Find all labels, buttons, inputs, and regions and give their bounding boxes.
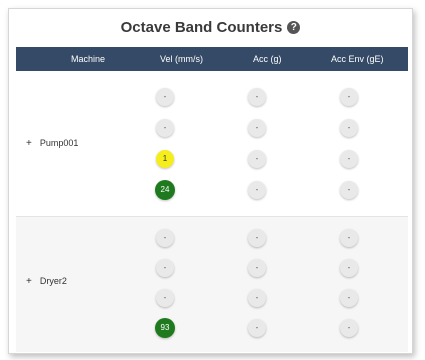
vel-counter[interactable]: -	[156, 119, 174, 137]
vel-counter-warning[interactable]: 1	[156, 150, 174, 168]
vel-counter[interactable]: -	[156, 289, 174, 307]
machine-row-label[interactable]: + Dryer2	[26, 276, 67, 287]
acc-env-counter[interactable]: -	[340, 150, 358, 168]
acc-counter[interactable]: -	[248, 319, 266, 337]
acc-env-counter[interactable]: -	[340, 259, 358, 277]
column-header-acc[interactable]: Acc (g)	[253, 54, 282, 64]
octave-band-counters-widget: Octave Band Counters ? Machine Vel (mm/s…	[8, 8, 413, 354]
acc-env-counter[interactable]: -	[340, 181, 358, 199]
expand-icon[interactable]: +	[26, 138, 32, 149]
acc-env-counter[interactable]: -	[340, 229, 358, 247]
acc-counter[interactable]: -	[248, 88, 266, 106]
acc-counter[interactable]: -	[248, 229, 266, 247]
vel-counter-ok[interactable]: 24	[155, 180, 175, 200]
column-header-machine[interactable]: Machine	[71, 54, 105, 64]
vel-counter[interactable]: -	[156, 229, 174, 247]
column-header-vel[interactable]: Vel (mm/s)	[160, 54, 203, 64]
machine-name: Pump001	[39, 138, 79, 148]
vel-counter[interactable]: -	[156, 88, 174, 106]
acc-env-counter[interactable]: -	[340, 88, 358, 106]
help-icon[interactable]: ?	[287, 20, 301, 34]
acc-counter[interactable]: -	[248, 119, 266, 137]
widget-title: Octave Band Counters	[120, 18, 283, 36]
widget-title-row: Octave Band Counters ?	[9, 9, 412, 45]
machine-name: Dryer2	[39, 276, 67, 286]
machine-row-label[interactable]: + Pump001	[26, 138, 78, 149]
machine-group-pump001: + Pump001 - - 1 24 - - - - - - - -	[16, 71, 408, 216]
column-header-acc-env[interactable]: Acc Env (gE)	[331, 54, 384, 64]
vel-counter[interactable]: -	[156, 259, 174, 277]
expand-icon[interactable]: +	[26, 276, 32, 287]
acc-counter[interactable]: -	[248, 259, 266, 277]
acc-env-counter[interactable]: -	[340, 289, 358, 307]
acc-env-counter[interactable]: -	[340, 319, 358, 337]
acc-counter[interactable]: -	[248, 150, 266, 168]
vel-counter-ok[interactable]: 93	[155, 318, 175, 338]
machine-group-dryer2: + Dryer2 - - - 93 - - - - - - - -	[16, 216, 408, 352]
acc-counter[interactable]: -	[248, 289, 266, 307]
acc-env-counter[interactable]: -	[340, 119, 358, 137]
table-header: Machine Vel (mm/s) Acc (g) Acc Env (gE)	[16, 47, 408, 71]
acc-counter[interactable]: -	[248, 181, 266, 199]
